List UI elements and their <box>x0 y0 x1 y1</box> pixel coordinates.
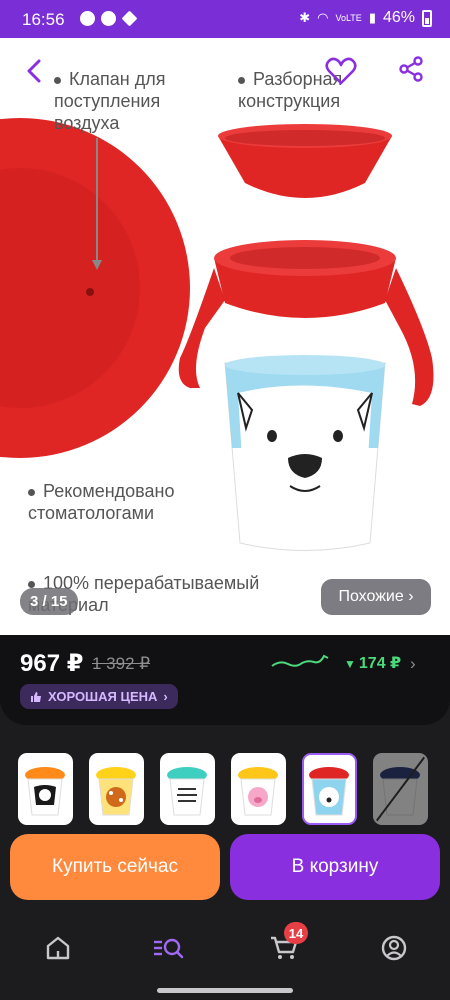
thumbs-up-icon <box>31 691 41 702</box>
current-price: 967 ₽ <box>20 650 84 677</box>
volte-icon: VoLTE <box>335 13 362 23</box>
price-drop[interactable]: ▼ 174 ₽ <box>344 653 401 673</box>
signal-icon: ▮ <box>368 10 376 25</box>
system-icons: ✱ ◠ VoLTE ▮ 46% <box>299 9 432 27</box>
right-handle <box>385 268 434 406</box>
notification-icons <box>80 10 138 27</box>
thumbnail[interactable] <box>160 753 215 825</box>
good-price-badge[interactable]: ХОРОШАЯ ЦЕНА › <box>20 684 178 709</box>
bluetooth-icon: ✱ <box>299 10 311 25</box>
price-history-sparkline[interactable] <box>270 652 332 672</box>
bottom-navigation: 14 <box>0 910 450 1000</box>
chevron-right-icon: › <box>163 689 168 704</box>
status-time: 16:56 <box>22 10 65 29</box>
thumbnail-unavailable[interactable] <box>373 753 428 825</box>
chevron-right-icon[interactable]: › <box>410 654 416 674</box>
thumbnail[interactable] <box>18 753 73 825</box>
battery-percent: 46% <box>382 9 415 26</box>
good-price-label: ХОРОШАЯ ЦЕНА <box>48 689 158 704</box>
nav-profile[interactable] <box>372 928 416 968</box>
yellow-cup-giraffe-icon <box>96 767 136 816</box>
navy-cup-disabled-icon <box>375 755 426 823</box>
favorite-button[interactable] <box>324 54 358 88</box>
bullet-icon <box>54 76 61 84</box>
yellow-cup-pig-icon <box>238 767 278 816</box>
old-price: 1 392 ₽ <box>92 654 151 673</box>
teal-cup-zebra-icon <box>167 767 207 816</box>
thumbnail[interactable] <box>89 753 144 825</box>
home-indicator[interactable] <box>157 988 293 993</box>
telegram-icon <box>121 10 138 27</box>
add-to-cart-button[interactable]: В корзину <box>230 834 440 900</box>
red-cup-polar-bear-icon <box>309 767 349 816</box>
back-button[interactable] <box>20 56 50 86</box>
chevron-left-icon <box>27 59 41 83</box>
profile-icon <box>381 935 407 961</box>
feature-detachable: Разборная конструкция <box>238 69 343 111</box>
share-icon <box>399 56 423 82</box>
thumbnail-strip <box>0 735 450 830</box>
nav-catalog[interactable] <box>146 928 190 968</box>
thumbnail-selected[interactable] <box>302 753 357 825</box>
catalog-search-icon <box>154 938 184 959</box>
triangle-down-icon: ▼ <box>344 657 356 671</box>
status-bar: 16:56 ✱ ◠ VoLTE ▮ 46% <box>0 0 450 38</box>
feature-recommended: Рекомендовано стоматологами <box>28 481 175 523</box>
nav-cart[interactable]: 14 <box>262 922 308 968</box>
home-icon <box>46 936 70 960</box>
thumbnail[interactable] <box>231 753 286 825</box>
heart-icon <box>325 57 357 85</box>
orange-cup-penguin-icon <box>25 767 65 816</box>
buy-now-button[interactable]: Купить сейчас <box>10 834 220 900</box>
nav-home[interactable] <box>36 928 80 968</box>
bullet-icon <box>238 76 245 84</box>
bullet-icon <box>28 488 35 496</box>
bullet-icon <box>28 580 35 588</box>
wifi-icon: ◠ <box>317 10 329 25</box>
product-image[interactable]: Клапан для поступления воздуха Разборная… <box>0 38 450 635</box>
image-counter: 3 / 15 <box>20 588 78 615</box>
battery-icon <box>422 9 432 27</box>
price-panel: 967 ₽ 1 392 ₽ ▼ 174 ₽ › ХОРОШАЯ ЦЕНА › <box>0 635 450 725</box>
share-button[interactable] <box>396 54 426 84</box>
app-notification-icon <box>80 11 95 26</box>
cart-count-badge: 14 <box>284 922 308 944</box>
similar-button[interactable]: Похожие › <box>321 579 431 615</box>
thumbnail-list <box>18 753 428 825</box>
price-drop-value: 174 ₽ <box>358 655 402 672</box>
app-notification-icon <box>101 11 116 26</box>
feature-air-valve: Клапан для поступления воздуха <box>54 69 166 133</box>
